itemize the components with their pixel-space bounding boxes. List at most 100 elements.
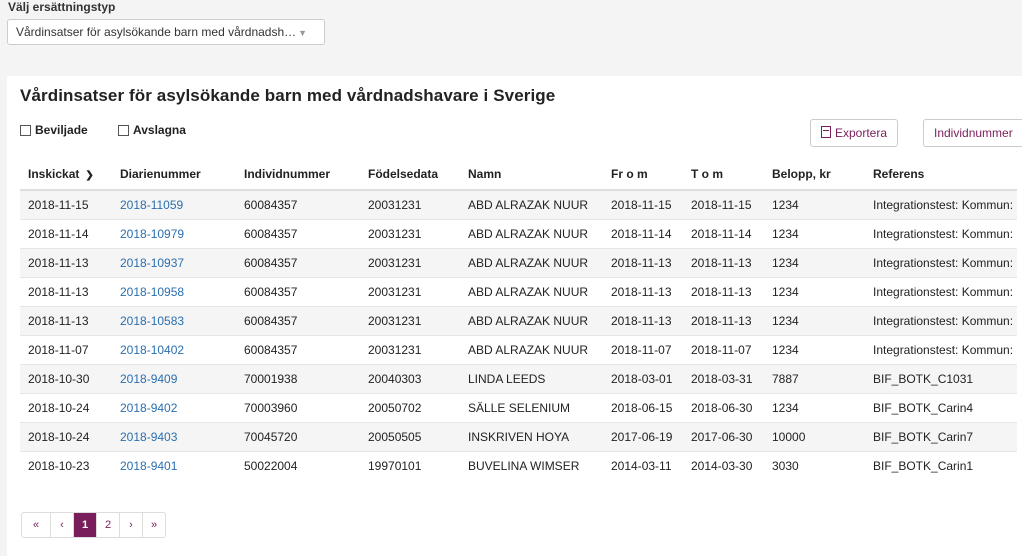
checkbox-box-icon <box>20 124 31 136</box>
cell-name: ABD ALRAZAK NUUR <box>460 189 603 220</box>
cell-birth-date: 20031231 <box>360 219 460 249</box>
table-row[interactable]: 2018-11-15 2018-11059 60084357 20031231 ABD … <box>20 189 1017 220</box>
cell-amount: 1234 <box>764 393 865 423</box>
column-header-from[interactable]: Fr o m <box>603 158 683 191</box>
cell-diary-number[interactable]: 2018-9403 <box>112 422 236 452</box>
cell-to: 2018-03-31 <box>683 364 764 394</box>
cell-individ-number: 60084357 <box>236 306 360 336</box>
cell-to: 2018-11-13 <box>683 248 764 278</box>
chevron-down-icon: ❯ <box>85 169 94 181</box>
pagination-prev-button[interactable]: ‹ <box>50 513 73 537</box>
cell-name: BUVELINA WIMSER <box>460 451 603 480</box>
cell-sent: 2018-11-07 <box>20 335 112 365</box>
cell-amount: 1234 <box>764 219 865 249</box>
cell-reference: Integrationstest: Kommun: <box>865 335 1017 365</box>
cell-birth-date: 20031231 <box>360 189 460 220</box>
cell-reference: BIF_BOTK_Carin7 <box>865 422 1017 452</box>
cell-to: 2014-03-30 <box>683 451 764 480</box>
page-title: Vårdinsatser för asylsökande barn med vå… <box>20 86 556 105</box>
cell-reference: Integrationstest: Kommun: <box>865 277 1017 307</box>
cell-birth-date: 19970101 <box>360 451 460 480</box>
column-header-diary-number[interactable]: Diarienummer <box>112 158 236 191</box>
cell-birth-date: 20040303 <box>360 364 460 394</box>
column-header-sent[interactable]: Inskickat ❯ <box>20 158 112 191</box>
cell-from: 2018-11-15 <box>603 189 683 220</box>
cell-diary-number[interactable]: 2018-10958 <box>112 277 236 307</box>
cell-diary-number[interactable]: 2018-9402 <box>112 393 236 423</box>
cell-sent: 2018-11-14 <box>20 219 112 249</box>
cell-name: SÄLLE SELENIUM <box>460 393 603 423</box>
cell-amount: 1234 <box>764 277 865 307</box>
cell-sent: 2018-11-15 <box>20 189 112 220</box>
approved-checkbox[interactable]: Beviljade <box>20 123 88 137</box>
table-row[interactable]: 2018-10-24 2018-9403 70045720 20050505 INSKR… <box>20 422 1017 452</box>
cell-individ-number: 70001938 <box>236 364 360 394</box>
table-row[interactable]: 2018-11-13 2018-10958 60084357 20031231 ABD … <box>20 277 1017 307</box>
table-row[interactable]: 2018-10-23 2018-9401 50022004 19970101 BUVEL… <box>20 451 1017 480</box>
pagination-last-button[interactable]: » <box>142 513 165 537</box>
cell-sent: 2018-10-30 <box>20 364 112 394</box>
pagination-page-1[interactable]: 1 <box>73 513 96 537</box>
cell-sent: 2018-11-13 <box>20 306 112 336</box>
cell-amount: 1234 <box>764 189 865 220</box>
cell-diary-number[interactable]: 2018-10937 <box>112 248 236 278</box>
cell-sent: 2018-10-24 <box>20 393 112 423</box>
checkbox-box-icon <box>118 124 129 136</box>
cell-from: 2014-03-11 <box>603 451 683 480</box>
compensation-type-select[interactable]: Vårdinsatser för asylsökande barn med vå… <box>7 19 325 45</box>
export-button-label: Exportera <box>835 126 888 140</box>
pagination-first-button[interactable]: « <box>22 513 50 537</box>
cell-amount: 3030 <box>764 451 865 480</box>
cell-name: ABD ALRAZAK NUUR <box>460 219 603 249</box>
cell-birth-date: 20031231 <box>360 248 460 278</box>
table-row[interactable]: 2018-10-30 2018-9409 70001938 20040303 LINDA… <box>20 364 1017 394</box>
cell-reference: Integrationstest: Kommun: <box>865 219 1017 249</box>
cell-diary-number[interactable]: 2018-10583 <box>112 306 236 336</box>
column-header-individ-number[interactable]: Individnummer <box>236 158 360 191</box>
cell-to: 2018-11-13 <box>683 277 764 307</box>
compensation-type-value: Vårdinsatser för asylsökande barn med vå… <box>16 25 297 39</box>
table-row[interactable]: 2018-11-13 2018-10583 60084357 20031231 ABD … <box>20 306 1017 336</box>
cell-sent: 2018-10-23 <box>20 451 112 480</box>
cell-amount: 1234 <box>764 248 865 278</box>
cell-individ-number: 60084357 <box>236 219 360 249</box>
export-button[interactable]: Exportera <box>810 119 899 147</box>
table-row[interactable]: 2018-10-24 2018-9402 70003960 20050702 SÄLLE… <box>20 393 1017 423</box>
claims-table: Inskickat ❯ Diarienummer Individnummer Fö… <box>20 158 1017 480</box>
cell-individ-number: 60084357 <box>236 277 360 307</box>
cell-from: 2018-11-07 <box>603 335 683 365</box>
cell-from: 2018-11-14 <box>603 219 683 249</box>
cell-diary-number[interactable]: 2018-10979 <box>112 219 236 249</box>
rejected-checkbox[interactable]: Avslagna <box>118 123 186 137</box>
cell-from: 2018-11-13 <box>603 277 683 307</box>
cell-to: 2018-11-13 <box>683 306 764 336</box>
individ-number-button[interactable]: Individnummer <box>923 119 1022 147</box>
cell-birth-date: 20050702 <box>360 393 460 423</box>
cell-from: 2018-11-13 <box>603 306 683 336</box>
cell-individ-number: 60084357 <box>236 189 360 220</box>
cell-individ-number: 70003960 <box>236 393 360 423</box>
results-panel: Vårdinsatser för asylsökande barn med vå… <box>7 76 1022 556</box>
cell-diary-number[interactable]: 2018-9409 <box>112 364 236 394</box>
cell-diary-number[interactable]: 2018-11059 <box>112 189 236 220</box>
column-header-name[interactable]: Namn <box>460 158 603 191</box>
cell-amount: 10000 <box>764 422 865 452</box>
cell-name: LINDA LEEDS <box>460 364 603 394</box>
table-row[interactable]: 2018-11-07 2018-10402 60084357 20031231 ABD … <box>20 335 1017 365</box>
approved-checkbox-label: Beviljade <box>35 123 88 137</box>
cell-individ-number: 70045720 <box>236 422 360 452</box>
cell-from: 2018-03-01 <box>603 364 683 394</box>
pagination-page-2[interactable]: 2 <box>96 513 119 537</box>
column-header-amount[interactable]: Belopp, kr <box>764 158 865 191</box>
cell-name: ABD ALRAZAK NUUR <box>460 277 603 307</box>
column-header-reference[interactable]: Referens <box>865 158 1017 191</box>
cell-diary-number[interactable]: 2018-10402 <box>112 335 236 365</box>
table-row[interactable]: 2018-11-13 2018-10937 60084357 20031231 ABD … <box>20 248 1017 278</box>
table-row[interactable]: 2018-11-14 2018-10979 60084357 20031231 ABD … <box>20 219 1017 249</box>
individ-number-button-label: Individnummer <box>934 126 1013 140</box>
column-header-to[interactable]: T o m <box>683 158 764 191</box>
table-header-row: Inskickat ❯ Diarienummer Individnummer Fö… <box>20 158 1017 191</box>
pagination-next-button[interactable]: › <box>119 513 142 537</box>
column-header-birth-date[interactable]: Födelsedata <box>360 158 460 191</box>
cell-diary-number[interactable]: 2018-9401 <box>112 451 236 480</box>
